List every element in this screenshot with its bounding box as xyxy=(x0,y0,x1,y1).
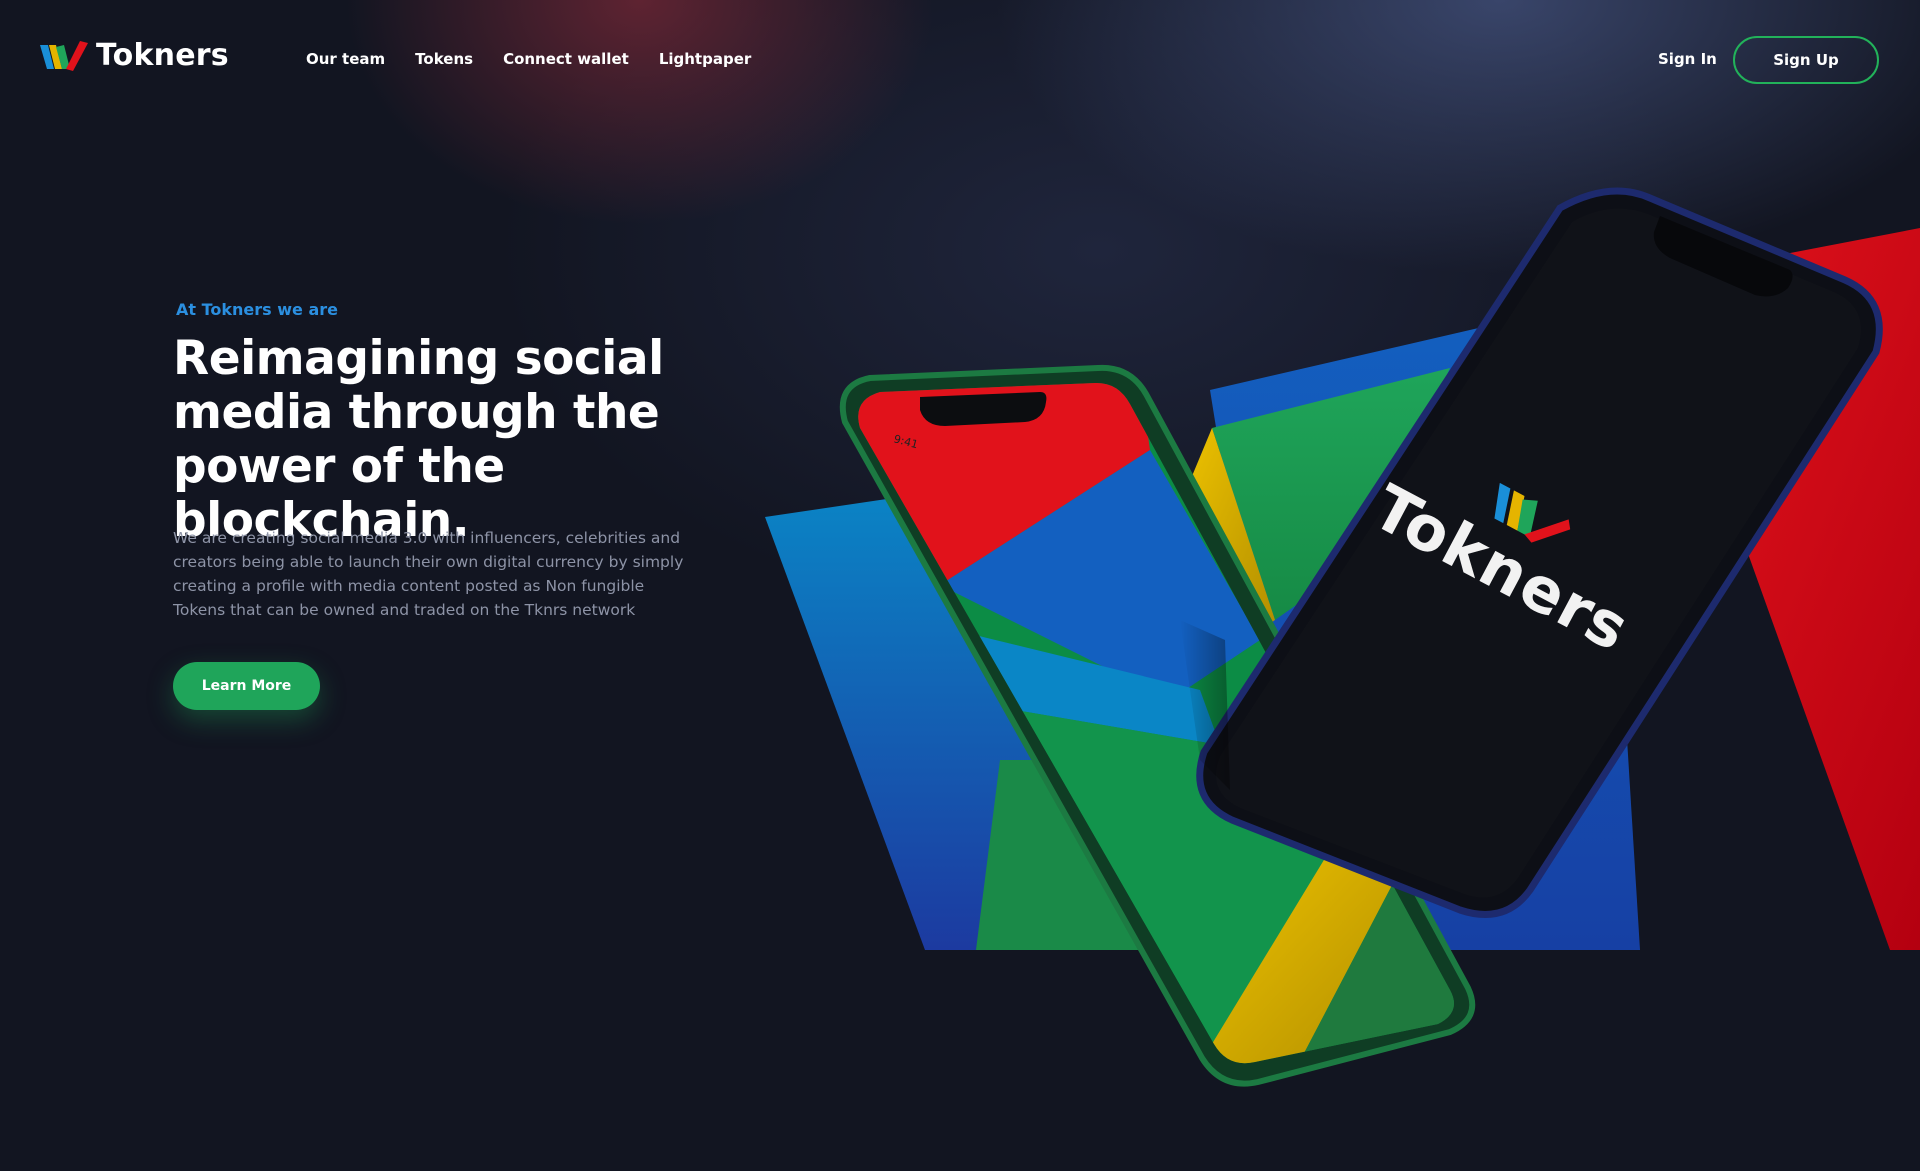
description-line: creators being able to launch their own … xyxy=(173,553,684,571)
brand-name: Tokners xyxy=(96,38,229,73)
headline-line: media through the xyxy=(173,385,660,440)
tokners-logo-icon xyxy=(40,40,88,71)
hero-headline: Reimagining social media through the pow… xyxy=(173,332,813,548)
learn-more-button[interactable]: Learn More xyxy=(173,662,320,710)
headline-line: Reimagining social xyxy=(173,331,664,386)
site-header: Tokners Our team Tokens Connect wallet L… xyxy=(0,0,1920,120)
hero-eyebrow: At Tokners we are xyxy=(176,300,338,319)
nav-lightpaper[interactable]: Lightpaper xyxy=(659,50,751,68)
main-nav: Our team Tokens Connect wallet Lightpape… xyxy=(306,50,751,68)
brand-logo[interactable]: Tokners xyxy=(40,38,229,73)
sign-in-link[interactable]: Sign In xyxy=(1658,50,1717,68)
nav-tokens[interactable]: Tokens xyxy=(415,50,473,68)
nav-our-team[interactable]: Our team xyxy=(306,50,385,68)
description-line: We are creating social media 3.0 with in… xyxy=(173,529,681,547)
description-line: Tokens that can be owned and traded on t… xyxy=(173,601,636,619)
sign-up-button[interactable]: Sign Up xyxy=(1733,36,1879,84)
hero-description: We are creating social media 3.0 with in… xyxy=(173,526,713,622)
description-line: creating a profile with media content po… xyxy=(173,577,645,595)
nav-connect-wallet[interactable]: Connect wallet xyxy=(503,50,629,68)
